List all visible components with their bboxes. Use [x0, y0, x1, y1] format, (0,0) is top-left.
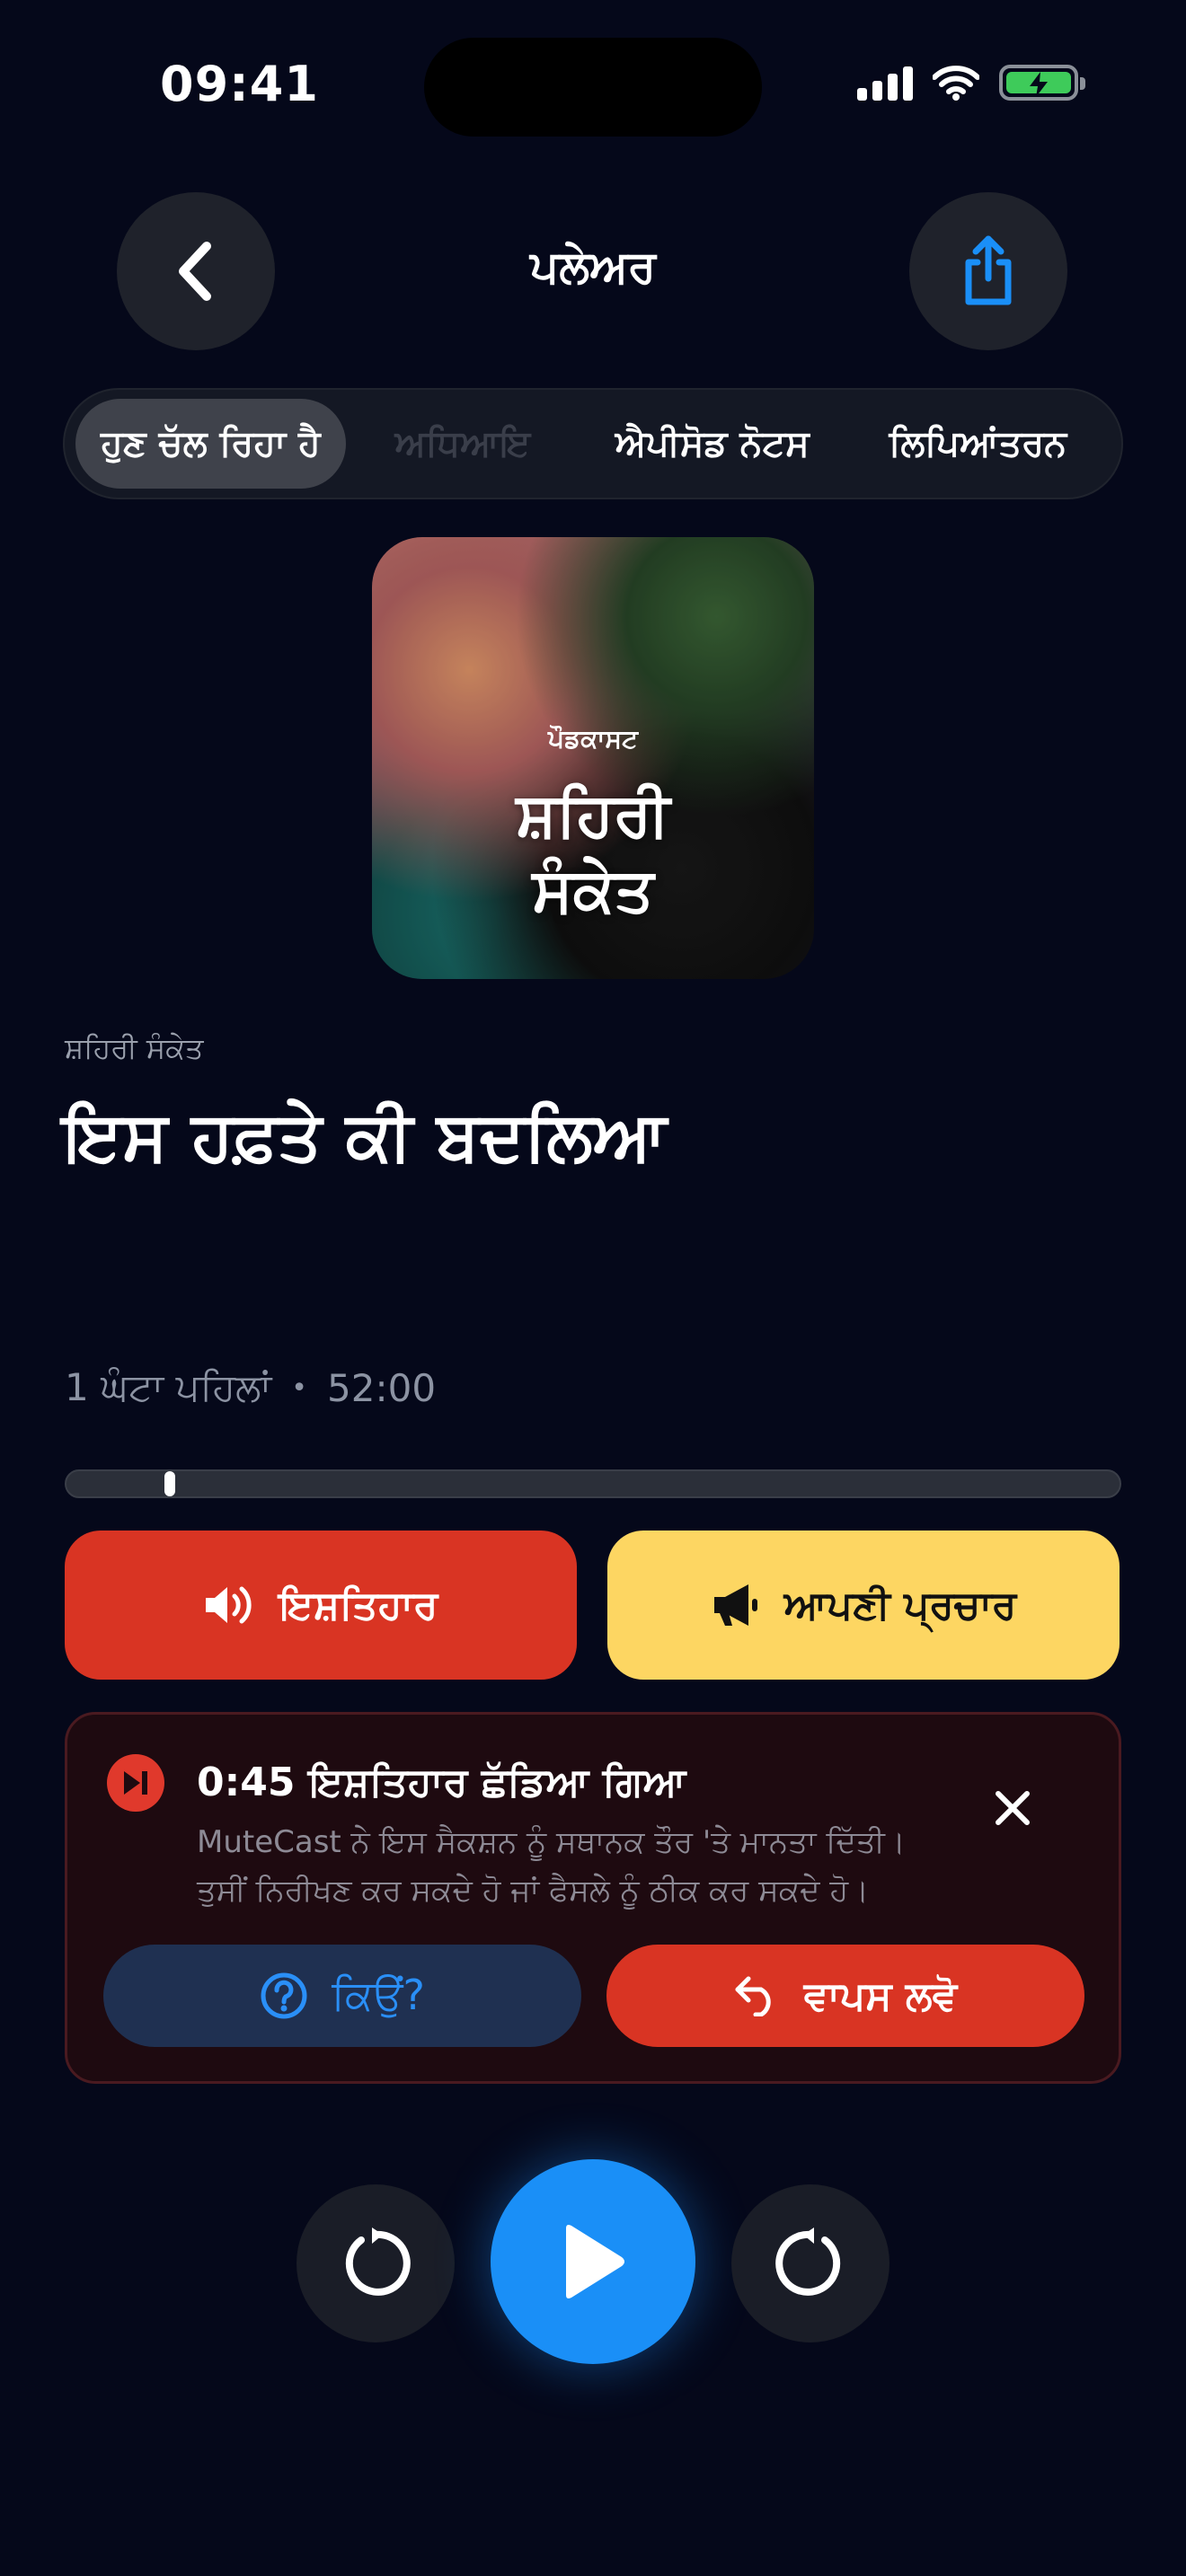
close-icon[interactable]: [993, 1786, 1032, 1837]
tab-episode-notes[interactable]: ਐਪੀਸੋਡ ਨੋਟਸ: [580, 399, 845, 489]
megaphone-icon: [713, 1584, 757, 1626]
forward-button[interactable]: [731, 2184, 890, 2342]
ads-button-label: ਇਸ਼ਤਿਹਾਰ: [279, 1582, 438, 1628]
battery-icon: [999, 65, 1085, 101]
wifi-icon: [933, 66, 979, 101]
artwork-title-line1: ਸ਼ਹਿਰੀ: [516, 780, 670, 851]
back-chevron-icon: [179, 242, 211, 301]
page-title: ਪਲੇਅਰ: [529, 241, 657, 293]
ads-button[interactable]: ਇਸ਼ਤਿਹਾਰ: [65, 1531, 577, 1680]
self-promo-button-label: ਆਪਣੀ ਪ੍ਰਚਾਰ: [783, 1582, 1017, 1628]
undo-button-label: ਵਾਪਸ ਲਵੋ: [803, 1972, 958, 2019]
why-button-label: ਕਿਉਂ?: [332, 1971, 425, 2019]
artwork-title: ਸ਼ਹਿਰੀ ਸੰਕੇਤ: [372, 778, 814, 929]
why-button[interactable]: ਕਿਉਂ?: [103, 1945, 581, 2047]
episode-title: ਇਸ ਹਫ਼ਤੇ ਕੀ ਬਦਲਿਆ: [63, 1096, 668, 1176]
rewind-button[interactable]: [296, 2184, 455, 2342]
episode-meta: 1 ਘੰਟਾ ਪਹਿਲਾਂ • 52:00: [65, 1365, 436, 1410]
playback-scrubber[interactable]: [65, 1469, 1121, 1498]
scrubber-knob[interactable]: [164, 1471, 175, 1496]
notice-title: 0:45 ਇਸ਼ਤਿਹਾਰ ਛੱਡਿਆ ਗਿਆ: [197, 1760, 686, 1805]
episode-age: 1 ਘੰਟਾ ਪਹਿਲਾਂ: [65, 1365, 272, 1409]
show-name[interactable]: ਸ਼ਹਿਰੀ ਸੰਕੇਤ: [65, 1031, 204, 1066]
artwork-kicker: ਪੌਡਕਾਸਟ: [548, 724, 638, 754]
forward-icon: [775, 2228, 841, 2296]
ad-skipped-notice: 0:45 ਇਸ਼ਤਿਹਾਰ ਛੱਡਿਆ ਗਿਆ MuteCast ਨੇ ਇਸ ਸ…: [65, 1712, 1121, 2084]
episode-duration: 52:00: [327, 1365, 437, 1410]
play-icon: [566, 2225, 624, 2298]
play-button[interactable]: [491, 2159, 695, 2364]
notice-description-line2: ਤੁਸੀਂ ਨਿਰੀਖਣ ਕਰ ਸਕਦੇ ਹੋ ਜਾਂ ਫੈਸਲੇ ਨੂੰ ਠੀ…: [197, 1873, 870, 1909]
tab-transcript[interactable]: ਲਿਪਿਆਂਤਰਨ: [845, 399, 1111, 489]
status-time: 09:41: [160, 56, 319, 112]
self-promo-button[interactable]: ਆਪਣੀ ਪ੍ਰਚਾਰ: [607, 1531, 1120, 1680]
meta-separator: •: [291, 1372, 307, 1404]
status-icons: [857, 65, 1085, 101]
rewind-icon: [345, 2228, 411, 2296]
tab-chapters[interactable]: ਅਧਿਆਇ: [346, 399, 580, 489]
tab-bar: ਹੁਣ ਚੱਲ ਰਿਹਾ ਹੈ ਅਧਿਆਇ ਐਪੀਸੋਡ ਨੋਟਸ ਲਿਪਿਆਂ…: [63, 388, 1123, 499]
signal-icon: [857, 65, 913, 101]
notice-description-line1: MuteCast ਨੇ ਇਸ ਸੈਕਸ਼ਨ ਨੂੰ ਸਥਾਨਕ ਤੌਰ 'ਤੇ …: [197, 1824, 906, 1860]
podcast-artwork: ਪੌਡਕਾਸਟ ਸ਼ਹਿਰੀ ਸੰਕੇਤ: [372, 537, 814, 979]
skip-icon: [107, 1754, 164, 1812]
undo-button[interactable]: ਵਾਪਸ ਲਵੋ: [606, 1945, 1084, 2047]
tab-now-playing[interactable]: ਹੁਣ ਚੱਲ ਰਿਹਾ ਹੈ: [75, 399, 346, 489]
share-button[interactable]: [909, 192, 1067, 350]
back-button[interactable]: [117, 192, 275, 350]
undo-icon: [735, 1976, 771, 2016]
question-icon: [261, 1972, 307, 2019]
artwork-title-line2: ਸੰਕੇਤ: [532, 855, 654, 926]
dynamic-island: [424, 38, 762, 137]
speaker-icon: [205, 1586, 252, 1624]
share-icon: [965, 235, 1012, 305]
